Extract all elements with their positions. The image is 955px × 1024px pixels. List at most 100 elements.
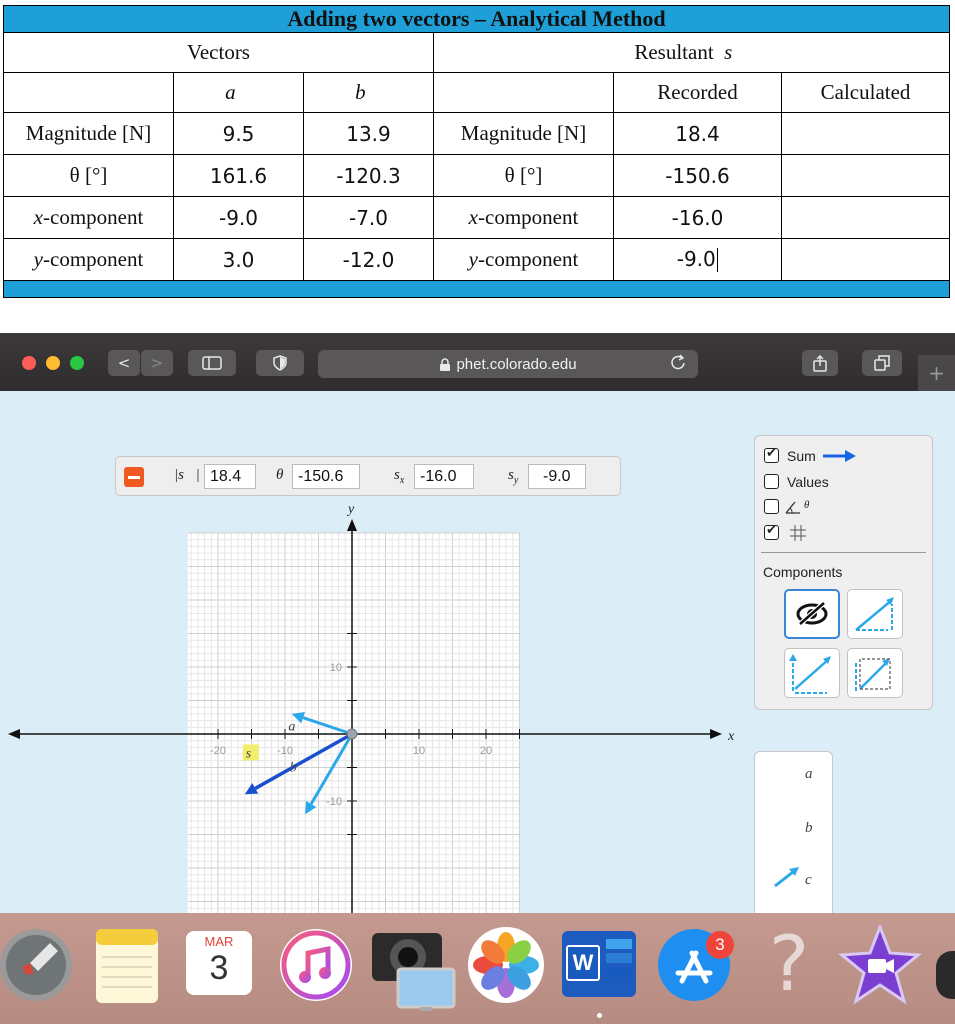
a-value[interactable]: 3.0 bbox=[173, 238, 304, 281]
vector-a-slot[interactable]: a⃗ bbox=[805, 766, 824, 783]
notification-badge: 3 bbox=[706, 931, 734, 959]
privacy-report-button[interactable] bbox=[256, 350, 304, 376]
origin-handle[interactable] bbox=[346, 728, 358, 740]
b-value[interactable]: -12.0 bbox=[303, 238, 434, 281]
running-indicator bbox=[597, 1013, 602, 1018]
vector-a-label: a⃗ bbox=[288, 720, 306, 735]
calculated-value[interactable] bbox=[780, 238, 951, 281]
browser-toolbar: < > phet.colorado.edu + bbox=[0, 333, 955, 391]
notes-icon[interactable] bbox=[92, 927, 164, 1007]
recorded-value[interactable]: -150.6 bbox=[613, 154, 782, 197]
phet-simulation: |s⃗| 18.4 θ -150.6 sx -16.0 sy -9.0 x y -2… bbox=[0, 391, 955, 913]
back-button[interactable]: < bbox=[108, 350, 140, 376]
table-footer bbox=[2, 280, 951, 298]
reload-icon[interactable] bbox=[670, 354, 686, 370]
vector-c-arrow-icon[interactable] bbox=[773, 866, 801, 888]
photos-icon[interactable] bbox=[466, 925, 546, 1005]
recorded-value-editing[interactable]: -9.0 bbox=[613, 238, 782, 281]
vector-table: Adding two vectors – Analytical Method V… bbox=[2, 5, 951, 298]
angle-icon bbox=[785, 501, 800, 514]
calendar-day: 3 bbox=[209, 949, 229, 987]
table-row: x-component -9.0 -7.0 x-component -16.0 bbox=[3, 196, 951, 239]
shield-icon bbox=[273, 355, 287, 371]
tab-overview-button[interactable] bbox=[862, 350, 902, 376]
sidebar-icon bbox=[202, 356, 222, 370]
components-parallelogram-button[interactable] bbox=[847, 648, 903, 698]
x-tick-label: 20 bbox=[480, 745, 492, 757]
help-icon[interactable]: ? bbox=[760, 921, 818, 1007]
text-cursor bbox=[716, 248, 719, 273]
maximize-window-button[interactable] bbox=[70, 356, 84, 370]
sum-checkbox[interactable] bbox=[764, 446, 779, 463]
x-axis-left-arrow bbox=[8, 729, 20, 739]
eye-slash-icon bbox=[796, 601, 828, 626]
row-label: x-component bbox=[433, 196, 614, 239]
url-text: phet.colorado.edu bbox=[456, 355, 577, 373]
vector-c-slot[interactable]: c⃗ bbox=[805, 872, 823, 889]
grid-background bbox=[187, 533, 520, 913]
angle-checkbox[interactable] bbox=[764, 499, 779, 514]
b-value[interactable]: -120.3 bbox=[303, 154, 434, 197]
components-hidden-button[interactable] bbox=[784, 589, 840, 639]
table-title: Adding two vectors – Analytical Method bbox=[2, 5, 951, 33]
a-value[interactable]: -9.0 bbox=[173, 196, 304, 239]
photo-booth-icon[interactable] bbox=[368, 921, 460, 1013]
grid bbox=[187, 532, 520, 913]
share-button[interactable] bbox=[802, 350, 838, 376]
recorded-value[interactable]: -16.0 bbox=[613, 196, 782, 239]
table-row: θ [°] 161.6 -120.3 θ [°] -150.6 bbox=[3, 154, 951, 197]
calculated-value[interactable] bbox=[780, 154, 951, 197]
resultant-header: Resultant s⃗ bbox=[432, 32, 951, 73]
y-tick-label: 10 bbox=[330, 662, 342, 674]
sidebar-toggle-button[interactable] bbox=[188, 350, 236, 376]
x-axis-right-arrow bbox=[710, 729, 722, 739]
b-value[interactable]: -7.0 bbox=[303, 196, 434, 239]
share-icon bbox=[813, 354, 827, 372]
recorded-header: Recorded bbox=[613, 72, 782, 113]
row-label: y-component bbox=[433, 238, 614, 281]
components-triangle-button[interactable] bbox=[847, 589, 903, 639]
b-value[interactable]: 13.9 bbox=[303, 112, 434, 155]
calculated-value[interactable] bbox=[780, 196, 951, 239]
forward-button[interactable]: > bbox=[141, 350, 173, 376]
vector-s-label: s⃗ bbox=[246, 746, 262, 761]
a-value[interactable]: 161.6 bbox=[173, 154, 304, 197]
sum-arrow-icon bbox=[823, 450, 856, 462]
tabs-icon bbox=[874, 355, 890, 371]
minimize-window-button[interactable] bbox=[46, 356, 60, 370]
values-label: Values bbox=[787, 474, 829, 490]
browser-window: < > phet.colorado.edu + |s⃗| 18.4 θ -150… bbox=[0, 333, 955, 913]
grid-checkbox[interactable] bbox=[764, 523, 779, 540]
address-bar[interactable]: phet.colorado.edu bbox=[318, 350, 698, 378]
partial-dock-icon[interactable] bbox=[936, 951, 955, 999]
parallelogram-components-icon bbox=[855, 658, 891, 691]
vector-graph: x y -20 -10 10 20 10 -10 a⃗ b⃗ s⃗ bbox=[8, 502, 735, 913]
dock: MAR 3 W 3 ? bbox=[0, 913, 955, 1024]
row-label: Magnitude [N] bbox=[433, 112, 614, 155]
recorded-value[interactable]: 18.4 bbox=[613, 112, 782, 155]
calculated-value[interactable] bbox=[780, 112, 951, 155]
vector-b-header: b⃗ bbox=[303, 72, 434, 113]
vector-b-slot[interactable]: b⃗ bbox=[805, 820, 824, 837]
values-checkbox[interactable] bbox=[764, 474, 779, 489]
launchpad-icon[interactable] bbox=[0, 925, 76, 1005]
vector-a-header: a⃗ bbox=[173, 72, 304, 113]
row-label: x-component bbox=[3, 196, 174, 239]
plus-icon: + bbox=[928, 361, 945, 385]
angle-label: θ bbox=[804, 499, 810, 511]
new-tab-button[interactable]: + bbox=[918, 355, 955, 391]
word-icon[interactable]: W bbox=[562, 931, 636, 997]
calculated-header: Calculated bbox=[780, 72, 951, 113]
vectors-header: Vectors bbox=[3, 32, 434, 73]
imovie-icon[interactable] bbox=[838, 925, 922, 1005]
blank-cell bbox=[3, 72, 174, 113]
word-letter: W bbox=[566, 945, 600, 981]
close-window-button[interactable] bbox=[22, 356, 36, 370]
a-value[interactable]: 9.5 bbox=[173, 112, 304, 155]
triangle-components-icon bbox=[855, 597, 894, 631]
components-axis-button[interactable] bbox=[784, 648, 840, 698]
calendar-icon[interactable]: MAR 3 bbox=[186, 931, 252, 995]
table-row: y-component 3.0 -12.0 y-component -9.0 bbox=[3, 238, 951, 281]
music-icon[interactable] bbox=[278, 927, 354, 1003]
x-tick-label: 10 bbox=[413, 745, 425, 757]
